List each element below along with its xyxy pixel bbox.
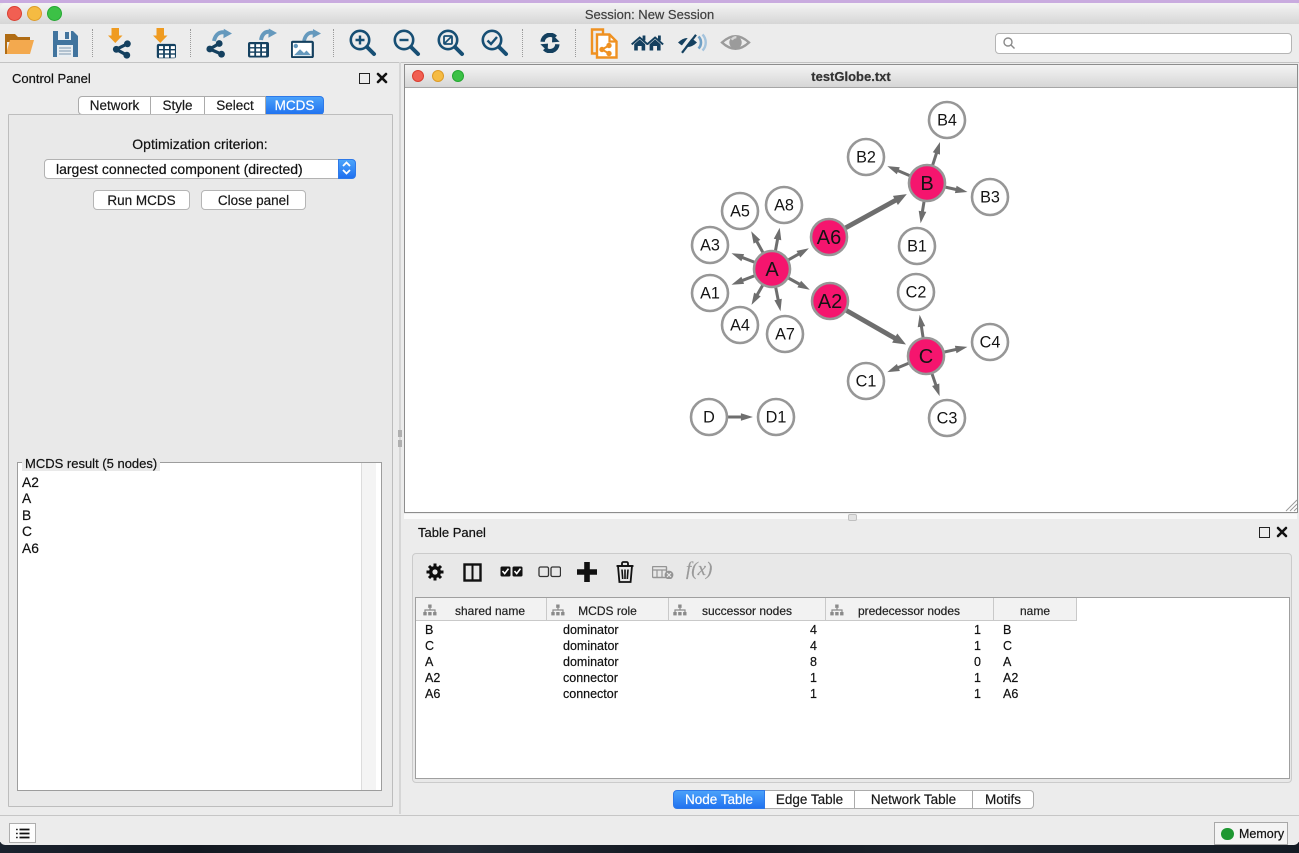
svg-text:D: D bbox=[703, 409, 715, 427]
svg-text:C1: C1 bbox=[856, 373, 877, 391]
svg-text:C4: C4 bbox=[980, 334, 1001, 352]
svg-text:B3: B3 bbox=[980, 189, 1000, 207]
svg-text:B1: B1 bbox=[907, 238, 927, 256]
svg-text:A1: A1 bbox=[700, 285, 720, 303]
svg-text:B2: B2 bbox=[856, 149, 876, 167]
svg-text:B: B bbox=[920, 173, 933, 195]
svg-text:D1: D1 bbox=[766, 409, 787, 427]
svg-text:A: A bbox=[765, 259, 779, 281]
svg-text:A5: A5 bbox=[730, 203, 750, 221]
svg-text:C2: C2 bbox=[906, 284, 927, 302]
svg-text:A7: A7 bbox=[775, 326, 795, 344]
svg-text:B4: B4 bbox=[937, 112, 957, 130]
svg-text:A3: A3 bbox=[700, 237, 720, 255]
svg-text:A4: A4 bbox=[730, 317, 750, 335]
svg-text:A8: A8 bbox=[774, 197, 794, 215]
svg-text:C: C bbox=[919, 346, 933, 368]
svg-text:C3: C3 bbox=[937, 410, 958, 428]
svg-text:A2: A2 bbox=[818, 291, 842, 313]
svg-text:A6: A6 bbox=[817, 227, 841, 249]
